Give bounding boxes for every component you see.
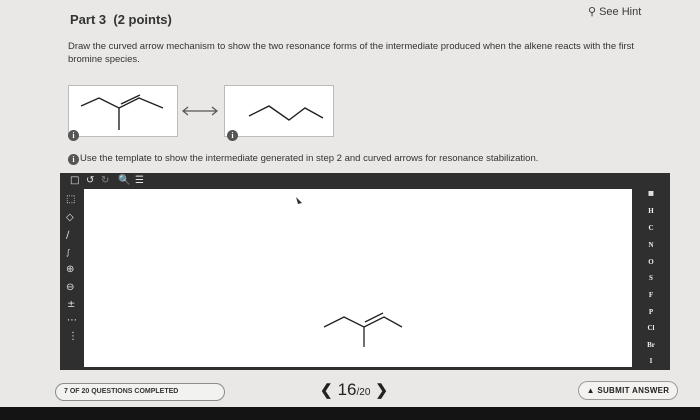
eraser-icon[interactable]: ◇: [66, 212, 74, 223]
question-pager: ❮ 16/20 ❯: [320, 380, 388, 400]
chain-icon[interactable]: ∫: [66, 248, 70, 257]
element-f[interactable]: F: [632, 291, 670, 299]
previous-question-button[interactable]: ❮: [320, 381, 333, 399]
element-h[interactable]: H: [632, 207, 670, 215]
structure-1-drawing: [80, 94, 164, 130]
element-br[interactable]: Br: [632, 341, 670, 349]
editor-bottom-border: [60, 367, 670, 370]
plus-charge-icon[interactable]: ⊕: [66, 264, 74, 275]
element-o[interactable]: O: [632, 258, 670, 266]
new-icon[interactable]: □: [70, 175, 79, 186]
element-cl[interactable]: Cl: [632, 324, 670, 332]
info-icon[interactable]: i: [68, 154, 79, 165]
bottom-bar: [0, 407, 700, 420]
info-icon[interactable]: i: [227, 130, 238, 141]
submit-icon: ▲: [586, 386, 595, 395]
element-n[interactable]: N: [632, 241, 670, 249]
settings-icon[interactable]: ☰: [135, 175, 144, 186]
template-hint: Use the template to show the intermediat…: [80, 153, 539, 164]
select-icon[interactable]: ⬚: [66, 194, 75, 205]
lightbulb-icon: ⚲: [588, 6, 597, 18]
template-molecule: [296, 197, 403, 347]
question-instructions: Draw the curved arrow mechanism to show …: [68, 41, 635, 65]
current-question-number: 16: [337, 380, 357, 399]
progress-indicator: 7 OF 20 QUESTIONS COMPLETED: [55, 383, 225, 401]
radical-icon[interactable]: ±: [67, 299, 75, 310]
element-s[interactable]: S: [632, 274, 670, 282]
periodic-table-icon[interactable]: ▦: [632, 190, 670, 197]
minus-charge-icon[interactable]: ⊖: [66, 282, 74, 293]
structure-2-drawing: [248, 105, 324, 121]
arrow-icon[interactable]: ⋮: [68, 331, 78, 342]
see-hint-link[interactable]: ⚲ See Hint: [588, 5, 641, 19]
part-title: Part 3 (2 points): [70, 12, 172, 27]
element-c[interactable]: C: [632, 224, 670, 232]
undo-icon[interactable]: ↺: [86, 175, 94, 186]
zoom-icon[interactable]: 🔍: [118, 175, 130, 186]
lone-pair-icon[interactable]: ⋯: [67, 315, 77, 326]
editor-toolbar: [60, 173, 670, 189]
drawing-canvas[interactable]: [84, 189, 632, 367]
next-question-button[interactable]: ❯: [375, 381, 388, 399]
resonance-arrow-icon: [182, 106, 218, 116]
total-questions: /20: [356, 387, 371, 398]
resonance-structure-1[interactable]: [68, 85, 178, 137]
redo-icon[interactable]: ↻: [101, 175, 109, 186]
resonance-structure-2[interactable]: [224, 85, 334, 137]
info-icon[interactable]: i: [68, 130, 79, 141]
element-p[interactable]: P: [632, 308, 670, 316]
submit-answer-button[interactable]: ▲ SUBMIT ANSWER: [578, 381, 678, 400]
bond-icon[interactable]: ∕: [66, 230, 69, 241]
element-i[interactable]: I: [632, 357, 670, 365]
